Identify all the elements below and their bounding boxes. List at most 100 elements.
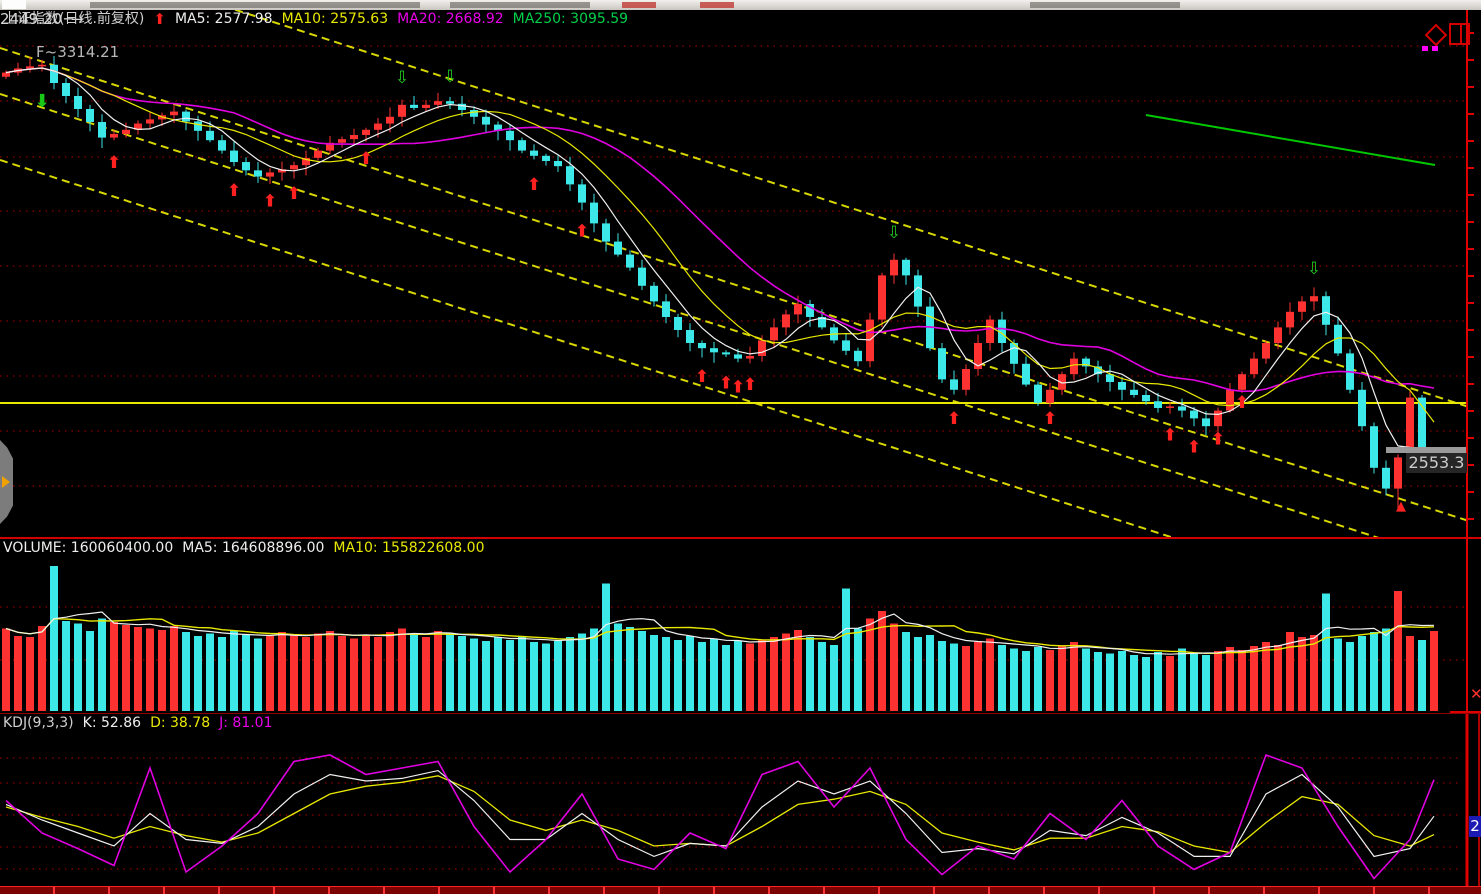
ma250-line (1146, 115, 1435, 165)
buy-arrow-marker: ⬆ (1211, 430, 1225, 450)
volume-bar (842, 589, 850, 712)
kdj-k-line (6, 771, 1434, 857)
volume-bar (1094, 652, 1102, 711)
volume-bar (1142, 657, 1150, 711)
buy-arrow-marker: ⬆ (947, 409, 961, 429)
candle-body (254, 170, 262, 176)
close-pane-icon[interactable]: ✕ (1470, 687, 1481, 701)
volume-bar (890, 624, 898, 712)
candle-body (362, 130, 370, 135)
volume-bar (350, 639, 358, 712)
candle-body (1286, 312, 1294, 328)
volume-bar (962, 646, 970, 711)
candle-body (422, 105, 430, 108)
volume-bar (614, 624, 622, 712)
candle-body (1262, 343, 1270, 359)
volume-bar (1022, 651, 1030, 711)
candle-body (2, 73, 10, 77)
candle-body (218, 140, 226, 150)
candle-body (890, 260, 898, 276)
volume-bar (1358, 636, 1366, 711)
window-split-icon[interactable] (1449, 23, 1470, 45)
volume-bar (806, 637, 814, 711)
main-chart-pane[interactable]: ⬆⬆⬆⬆⬆⬆⬆⬆⬆⬆⬆⬆⬆⬆⬆⬆⬆⇩⇩⇩⇩⬇ 上证指数(日线.前复权) ⬆ MA… (0, 10, 1481, 537)
volume-bar (338, 636, 346, 711)
toolbar-menu-fragment (1030, 2, 1180, 8)
volume-bar (1166, 656, 1174, 711)
page-number-badge[interactable]: 2 (1469, 816, 1481, 837)
volume-bar (710, 639, 718, 712)
candle-body (50, 65, 58, 83)
volume-bar (326, 631, 334, 711)
volume-bar (422, 637, 430, 711)
volume-bar (950, 644, 958, 712)
volume-bar (674, 640, 682, 711)
candle-body (398, 105, 406, 117)
magenta-dot (1432, 46, 1438, 51)
sell-arrow-hollow-marker: ⇩ (395, 68, 409, 88)
volume-bar (758, 640, 766, 711)
candle-body (1274, 327, 1282, 343)
volume-bar (1250, 646, 1258, 711)
volume-bar (1346, 642, 1354, 711)
candle-body (1046, 390, 1054, 403)
volume-chart[interactable] (0, 539, 1481, 713)
volume-bar (494, 637, 502, 711)
volume-bar (242, 635, 250, 711)
volume-value: VOLUME: 160060400.00 (3, 540, 173, 556)
candle-body (674, 317, 682, 330)
volume-bar (902, 632, 910, 711)
kdj-pane[interactable]: KDJ(9,3,3) K: 52.86 D: 38.78 J: 81.01 2 (0, 713, 1481, 887)
candle-body (446, 101, 454, 104)
volume-pane[interactable]: VOLUME: 160060400.00 MA5: 164608896.00 M… (0, 537, 1481, 715)
candle-body (170, 112, 178, 116)
candle-body (62, 83, 70, 96)
volume-bar (1190, 654, 1198, 712)
candle-body (122, 130, 130, 134)
kdj-chart[interactable] (0, 714, 1481, 886)
buy-arrow-marker: ⬆ (575, 222, 589, 242)
volume-bar (878, 611, 886, 711)
volume-bar (662, 637, 670, 711)
volume-bar (1310, 635, 1318, 711)
buy-arrow-marker: ⬆ (1163, 425, 1177, 445)
candlestick-chart[interactable]: ⬆⬆⬆⬆⬆⬆⬆⬆⬆⬆⬆⬆⬆⬆⬆⬆⬆⇩⇩⇩⇩⬇ (0, 10, 1481, 537)
volume-bar (1118, 651, 1126, 711)
candle-body (878, 275, 886, 319)
volume-bar (602, 584, 610, 712)
kdj-legend: KDJ(9,3,3) K: 52.86 D: 38.78 J: 81.01 (3, 715, 272, 731)
candle-body (962, 369, 970, 390)
volume-bar (74, 624, 82, 712)
candle-body (434, 101, 442, 105)
candle-body (290, 165, 298, 169)
main-legend: 上证指数(日线.前复权) ⬆ MA5: 2577.98 MA10: 2575.6… (3, 11, 628, 27)
candle-body (470, 110, 478, 117)
volume-bar (110, 622, 118, 711)
candle-body (566, 166, 574, 184)
volume-bar (1034, 647, 1042, 711)
volume-bar (1370, 632, 1378, 711)
toolbar-white-chip (2, 0, 26, 9)
volume-bar (986, 639, 994, 712)
volume-bar (98, 619, 106, 712)
candle-body (1022, 364, 1030, 385)
candle-body (1070, 359, 1078, 375)
volume-bar (518, 636, 526, 711)
candle-body (722, 352, 730, 354)
buy-arrow-marker: ⬆ (527, 175, 541, 195)
ma10-line (6, 68, 1434, 422)
sell-arrow-solid-marker: ⬇ (34, 91, 49, 112)
volume-bar (2, 629, 10, 712)
volume-bar (1430, 631, 1438, 711)
candle-body (986, 320, 994, 343)
candle-body (1178, 406, 1186, 410)
candle-body (530, 151, 538, 156)
candle-body (614, 242, 622, 255)
volume-bar (374, 637, 382, 711)
candle-body (938, 348, 946, 379)
volume-bar (482, 641, 490, 711)
kdj-k-value: K: 52.86 (83, 715, 141, 731)
ma250-value: MA250: 3095.59 (513, 11, 628, 27)
volume-bar (938, 641, 946, 711)
candle-body (1214, 411, 1222, 427)
